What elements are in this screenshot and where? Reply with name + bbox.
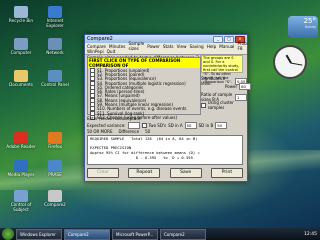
save-button[interactable]: Save bbox=[169, 168, 202, 178]
taskbar-task[interactable]: Compare2 bbox=[64, 228, 110, 240]
desktop-icon-image bbox=[48, 160, 62, 172]
menu-item[interactable]: Power bbox=[147, 44, 160, 49]
desktop-icon-label: Documents bbox=[9, 82, 33, 87]
menu-item[interactable]: View bbox=[177, 44, 187, 49]
sd-b-label: SD in B bbox=[198, 123, 214, 128]
desktop-icon-image bbox=[48, 132, 62, 144]
weather-gadget[interactable]: 25° Sunny bbox=[288, 16, 318, 38]
sd-a-label: SD in A bbox=[168, 123, 183, 128]
cluster-row: Using cluster samples bbox=[201, 100, 247, 110]
desktop-icon-image bbox=[14, 160, 28, 172]
variance-row: Expected variance: Two SD's SD in A 50 S… bbox=[87, 122, 228, 129]
power-input[interactable]: 80 bbox=[239, 83, 252, 90]
expected-variance-input[interactable] bbox=[127, 122, 140, 129]
sd-a-input[interactable]: 50 bbox=[184, 122, 197, 129]
desktop-icon-image bbox=[48, 38, 62, 50]
results-header: 50 OR MORE Difference 50 bbox=[87, 129, 150, 134]
desktop-icon-label: PRASE bbox=[48, 172, 62, 177]
menu-item[interactable]: Compare bbox=[87, 44, 106, 49]
clock-minute-hand bbox=[290, 62, 303, 66]
desktop-icon-image bbox=[14, 6, 28, 18]
window-title: Compare2 bbox=[87, 36, 113, 42]
desktop-icon-label: Control of Subject bbox=[10, 202, 32, 212]
desktop-icon[interactable]: Recycle Bin bbox=[4, 6, 38, 24]
output-line: D - 0.395 to D + 0.395 bbox=[90, 154, 193, 160]
menu-item[interactable]: Prob-F8 bbox=[237, 41, 248, 51]
power-row: Power 80 bbox=[225, 83, 252, 90]
repeat-button[interactable]: Repeat bbox=[128, 168, 161, 178]
desktop-icon-image bbox=[14, 70, 28, 82]
menu-item[interactable]: Minutes bbox=[109, 44, 125, 49]
desktop-icon[interactable]: Network bbox=[38, 38, 72, 56]
window-titlebar[interactable]: Compare2 _ □ × bbox=[85, 35, 247, 43]
menu-item[interactable]: Help bbox=[207, 44, 217, 49]
minimize-button[interactable]: _ bbox=[213, 35, 223, 43]
weather-temperature: 25° bbox=[303, 17, 316, 25]
taskbar-task[interactable]: Compare2 bbox=[160, 228, 206, 240]
desktop-icon[interactable]: Computer bbox=[4, 38, 38, 56]
desktop-icon[interactable]: Control Panel bbox=[38, 70, 72, 88]
desktop-icon-label: Computer bbox=[10, 50, 32, 55]
clock-gadget[interactable] bbox=[273, 45, 307, 79]
taskbar: Windows Explorer Compare2 Microsoft PowerP… bbox=[0, 228, 320, 240]
desktop-icon-label: Firefox bbox=[48, 144, 62, 149]
cluster-label: Using cluster samples bbox=[207, 100, 234, 110]
desktop-icon[interactable]: Adobe Reader bbox=[4, 132, 38, 150]
maximize-button[interactable]: □ bbox=[224, 35, 234, 43]
desktop-icon[interactable]: PRASE bbox=[38, 160, 72, 178]
desktop-icon-image bbox=[48, 70, 62, 82]
menu-item[interactable]: Stats bbox=[163, 44, 174, 49]
enter-label: Enter (known or accepted): bbox=[87, 116, 142, 121]
print-button[interactable]: Print bbox=[210, 168, 243, 178]
sd-b-input[interactable]: 50 bbox=[215, 122, 228, 129]
two-sd-label: Two SD's bbox=[148, 123, 167, 128]
taskbar-task[interactable]: Windows Explorer bbox=[16, 228, 62, 240]
compare2-window[interactable]: Compare2 _ □ × Compare Minutes Sample size… bbox=[84, 34, 252, 182]
results-output[interactable]: REQUIRED SAMPLE Total 128 (64 in A, 64 i… bbox=[87, 135, 243, 165]
desktop-icon[interactable]: Documents bbox=[4, 70, 38, 88]
desktop-icon[interactable]: Compare2 bbox=[38, 190, 72, 208]
desktop-icon[interactable]: Firefox bbox=[38, 132, 72, 150]
desktop-icon-image bbox=[14, 132, 28, 144]
weather-condition: Sunny bbox=[305, 25, 316, 29]
desktop-icon-label: Adobe Reader bbox=[6, 144, 36, 149]
menu-item[interactable]: Manual bbox=[219, 44, 234, 49]
desktop-icon-label: Compare2 bbox=[44, 202, 66, 207]
power-label: Power bbox=[225, 84, 238, 89]
comparison-type-panel: FIRST CLICK ON TYPE OF COMPARISON COMPAR… bbox=[87, 57, 201, 120]
desktop-icon-image bbox=[48, 190, 62, 202]
desktop-icon-label: Network bbox=[46, 50, 64, 55]
menu-item[interactable]: WinPepi bbox=[87, 49, 104, 54]
results-header-1: 50 OR MORE bbox=[87, 129, 113, 134]
desktop-icon[interactable]: Control of Subject bbox=[4, 190, 38, 213]
desktop-icon-label: Internet Explorer bbox=[46, 18, 64, 28]
menu-item[interactable]: Quit bbox=[107, 49, 116, 54]
clear-button[interactable]: Clear bbox=[87, 168, 119, 178]
menu-item[interactable]: Sample sizes bbox=[128, 41, 144, 51]
cluster-checkbox[interactable] bbox=[201, 102, 206, 108]
button-row: Clear Repeat Save Print bbox=[87, 168, 243, 178]
start-button[interactable] bbox=[2, 228, 14, 240]
desktop-icon-label: Recycle Bin bbox=[8, 18, 34, 23]
desktop-icon-image bbox=[14, 38, 28, 50]
desktop-icon-image bbox=[48, 6, 62, 18]
instruction-note: The groups are S and S. For a noninferio… bbox=[201, 55, 243, 84]
tray-clock[interactable]: 12:45 bbox=[304, 232, 320, 237]
desktop-icon[interactable]: Media Player bbox=[4, 160, 38, 178]
desktop-icon-label: Media Player bbox=[7, 172, 35, 177]
enter-row: Enter (known or accepted): bbox=[87, 116, 142, 121]
desktop-icon-label: Control Panel bbox=[41, 82, 69, 87]
desktop-icon-image bbox=[14, 190, 28, 202]
two-sd-checkbox[interactable] bbox=[141, 123, 147, 128]
results-header-2: Difference bbox=[118, 129, 140, 134]
expected-variance-label: Expected variance: bbox=[87, 123, 126, 128]
desktop-icon[interactable]: Internet Explorer bbox=[38, 6, 72, 29]
taskbar-task[interactable]: Microsoft PowerP... bbox=[112, 228, 158, 240]
menu-item[interactable]: Saving bbox=[190, 44, 204, 49]
results-header-3: 50 bbox=[145, 129, 151, 134]
